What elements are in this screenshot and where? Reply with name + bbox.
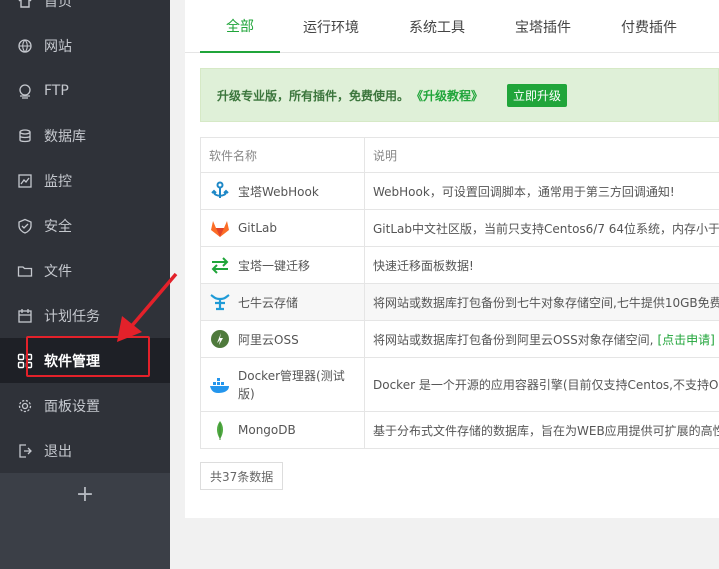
logout-icon xyxy=(17,443,33,459)
upgrade-now-button[interactable]: 立即升级 xyxy=(507,83,568,107)
table-row[interactable]: 七牛云存储 将网站或数据库打包备份到七牛对象存储空间,七牛提供10GB免费 xyxy=(201,284,719,321)
webhook-icon xyxy=(209,180,231,202)
sidebar-item-settings[interactable]: 面板设置 xyxy=(0,383,170,428)
qiniu-icon xyxy=(209,291,231,313)
mongodb-icon xyxy=(209,419,231,441)
software-table: 软件名称 说明 宝塔WebHook WebHook，可设置回调脚本，通常用于第三… xyxy=(200,137,719,449)
ftp-icon xyxy=(17,83,33,99)
plugin-desc-text: 将网站或数据库打包备份到阿里云OSS对象存储空间, xyxy=(373,332,654,347)
sidebar-item-files[interactable]: 文件 xyxy=(0,248,170,293)
plugin-desc: 快速迁移面板数据! xyxy=(373,258,474,273)
header-desc: 说明 xyxy=(373,148,398,163)
plugin-desc: 将网站或数据库打包备份到阿里云OSS对象存储空间, [点击申请] xyxy=(365,321,719,357)
sidebar-item-home[interactable]: 首页 xyxy=(0,0,170,23)
row-name-cell: 宝塔WebHook xyxy=(201,173,365,209)
table-row[interactable]: Docker管理器(测试版) Docker 是一个开源的应用容器引擎(目前仅支持… xyxy=(201,358,719,412)
sidebar-item-label: 首页 xyxy=(44,0,72,10)
plugin-desc: Docker 是一个开源的应用容器引擎(目前仅支持Centos,不支持Op xyxy=(373,378,719,392)
plugin-name: Docker管理器(测试版) xyxy=(238,368,345,401)
table-row[interactable]: MongoDB 基于分布式文件存储的数据库，旨在为WEB应用提供可扩展的高性 xyxy=(201,412,719,449)
row-name-cell: 阿里云OSS xyxy=(201,321,365,357)
plugin-name: 阿里云OSS xyxy=(238,332,299,347)
sidebar-item-security[interactable]: 安全 xyxy=(0,203,170,248)
tab-all[interactable]: 全部 xyxy=(200,0,280,53)
sidebar-item-database[interactable]: 数据库 xyxy=(0,113,170,158)
sidebar-item-website[interactable]: 网站 xyxy=(0,23,170,68)
sidebar-item-label: FTP xyxy=(44,82,69,99)
sidebar-item-label: 网站 xyxy=(44,38,72,55)
globe-icon xyxy=(17,38,33,54)
category-tabs: 全部 运行环境 系统工具 宝塔插件 付费插件 xyxy=(185,0,719,53)
table-row[interactable]: 宝塔WebHook WebHook，可设置回调脚本，通常用于第三方回调通知! xyxy=(201,173,719,210)
docker-icon xyxy=(209,374,231,396)
gear-icon xyxy=(17,398,33,414)
monitor-icon xyxy=(17,173,33,189)
sidebar-item-ftp[interactable]: FTP xyxy=(0,68,170,113)
plugin-name: MongoDB xyxy=(238,423,296,437)
table-header: 软件名称 说明 xyxy=(201,138,719,173)
folder-icon xyxy=(17,263,33,279)
sidebar-item-software[interactable]: 软件管理 xyxy=(0,338,170,383)
plugin-name: GitLab xyxy=(238,221,277,235)
plugin-desc: GitLab中文社区版，当前只支持Centos6/7 64位系统，内存小于2 xyxy=(373,221,719,236)
aliyun-oss-icon xyxy=(209,328,231,350)
header-name: 软件名称 xyxy=(201,138,365,172)
row-name-cell: MongoDB xyxy=(201,412,365,448)
tab-plugins[interactable]: 宝塔插件 xyxy=(503,0,583,53)
total-count: 共37条数据 xyxy=(200,462,284,490)
row-name-cell: 宝塔一键迁移 xyxy=(201,247,365,283)
table-row[interactable]: 阿里云OSS 将网站或数据库打包备份到阿里云OSS对象存储空间, [点击申请] xyxy=(201,321,719,358)
migrate-icon xyxy=(209,254,231,276)
sidebar-item-label: 监控 xyxy=(44,173,72,190)
tab-runtime[interactable]: 运行环境 xyxy=(291,0,371,53)
sidebar-item-cron[interactable]: 计划任务 xyxy=(0,293,170,338)
plugin-name: 宝塔WebHook xyxy=(238,184,319,199)
add-menu-button[interactable]: + xyxy=(0,473,170,515)
sidebar-item-label: 数据库 xyxy=(44,128,86,145)
plugin-desc: 基于分布式文件存储的数据库，旨在为WEB应用提供可扩展的高性 xyxy=(373,423,719,438)
upgrade-notice: 升级专业版，所有插件，免费使用。 《升级教程》 立即升级 xyxy=(200,68,719,122)
database-icon xyxy=(17,128,33,144)
apply-link[interactable]: [点击申请] xyxy=(658,331,715,348)
sidebar-item-label: 软件管理 xyxy=(44,353,100,370)
tab-paid-plugins[interactable]: 付费插件 xyxy=(609,0,689,53)
sidebar-item-monitor[interactable]: 监控 xyxy=(0,158,170,203)
tab-system-tools[interactable]: 系统工具 xyxy=(397,0,477,53)
row-name-cell: GitLab xyxy=(201,210,365,246)
upgrade-guide-link[interactable]: 《升级教程》 xyxy=(411,87,483,104)
notice-text: 升级专业版，所有插件，免费使用。 xyxy=(217,88,410,103)
row-name-cell: Docker管理器(测试版) xyxy=(201,358,365,411)
sidebar-item-label: 文件 xyxy=(44,263,72,280)
gitlab-icon xyxy=(209,217,231,239)
sidebar: 首页 网站 FTP 数据库 监控 安全 文件 计划任务 软件管理 面板设置 退出… xyxy=(0,0,170,569)
home-icon xyxy=(17,0,33,9)
table-row[interactable]: GitLab GitLab中文社区版，当前只支持Centos6/7 64位系统，… xyxy=(201,210,719,247)
sidebar-item-label: 退出 xyxy=(44,443,72,460)
row-name-cell: 七牛云存储 xyxy=(201,284,365,320)
table-row[interactable]: 宝塔一键迁移 快速迁移面板数据! xyxy=(201,247,719,284)
plugin-name: 宝塔一键迁移 xyxy=(238,258,311,273)
sidebar-menu: 首页 网站 FTP 数据库 监控 安全 文件 计划任务 软件管理 面板设置 退出 xyxy=(0,0,170,473)
sidebar-item-logout[interactable]: 退出 xyxy=(0,428,170,473)
sidebar-item-label: 计划任务 xyxy=(44,308,100,325)
shield-icon xyxy=(17,218,33,234)
plugin-desc: WebHook，可设置回调脚本，通常用于第三方回调通知! xyxy=(373,184,675,199)
calendar-icon xyxy=(17,308,33,324)
grid-icon xyxy=(17,353,33,369)
sidebar-item-label: 安全 xyxy=(44,218,72,235)
software-panel: 全部 运行环境 系统工具 宝塔插件 付费插件 升级专业版，所有插件，免费使用。 … xyxy=(185,0,719,518)
sidebar-item-label: 面板设置 xyxy=(44,398,100,415)
plugin-desc: 将网站或数据库打包备份到七牛对象存储空间,七牛提供10GB免费 xyxy=(373,295,719,310)
plugin-name: 七牛云存储 xyxy=(238,295,299,310)
